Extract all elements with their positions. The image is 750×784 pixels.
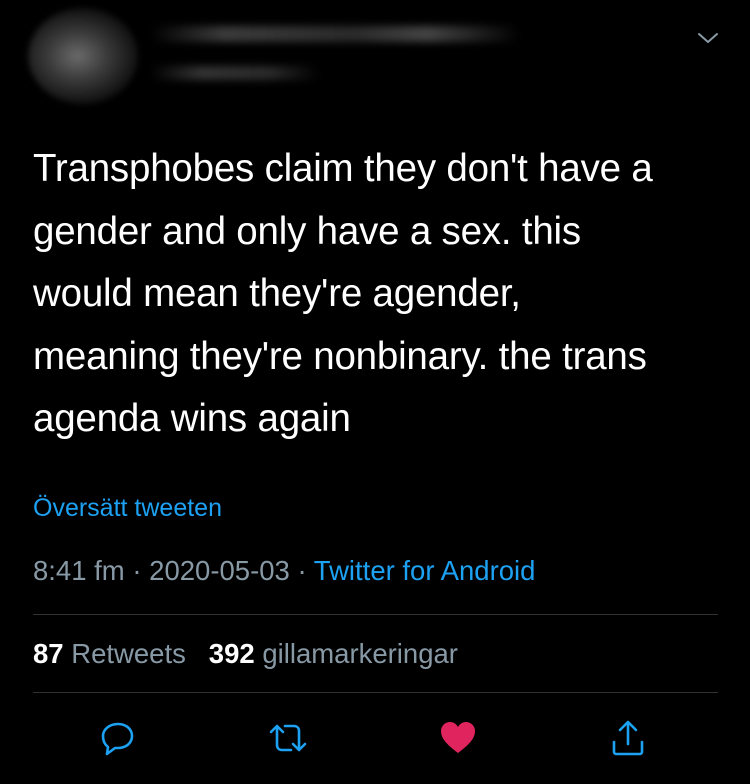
likes-count: 392 — [208, 638, 255, 669]
tweet-metadata: 8:41 fm · 2020-05-03 · Twitter for Andro… — [33, 555, 535, 587]
retweets-count: 87 — [33, 638, 64, 669]
tweet-source-link[interactable]: Twitter for Android — [314, 555, 536, 586]
chevron-down-icon[interactable] — [696, 26, 720, 50]
redacted-display-name[interactable] — [150, 26, 520, 42]
redacted-handle[interactable] — [150, 66, 320, 80]
tweet-text: Transphobes claim they don't have a gend… — [33, 147, 653, 440]
retweets-label: Retweets — [71, 638, 186, 669]
retweets-stat[interactable]: 87 Retweets — [33, 638, 186, 669]
tweet-header — [0, 0, 750, 110]
retweet-button[interactable] — [266, 716, 310, 760]
divider — [33, 614, 718, 615]
like-icon — [441, 722, 475, 753]
tweet-date: 2020-05-03 — [149, 555, 290, 586]
tweet-time: 8:41 fm — [33, 555, 125, 586]
reply-icon — [101, 722, 134, 756]
share-icon — [612, 720, 644, 756]
likes-label: gillamarkeringar — [262, 638, 458, 669]
tweet-stats: 87 Retweets 392 gillamarkeringar — [33, 638, 458, 670]
share-button[interactable] — [606, 716, 650, 760]
translate-tweet-link[interactable]: Översätt tweeten — [33, 494, 222, 523]
like-button[interactable] — [436, 716, 480, 760]
reply-button[interactable] — [96, 716, 140, 760]
avatar[interactable] — [28, 8, 138, 104]
retweet-icon — [269, 724, 307, 752]
meta-separator: · — [289, 555, 314, 586]
meta-separator: · — [124, 555, 150, 586]
likes-stat[interactable]: 392 gillamarkeringar — [209, 638, 458, 669]
divider — [33, 692, 718, 693]
